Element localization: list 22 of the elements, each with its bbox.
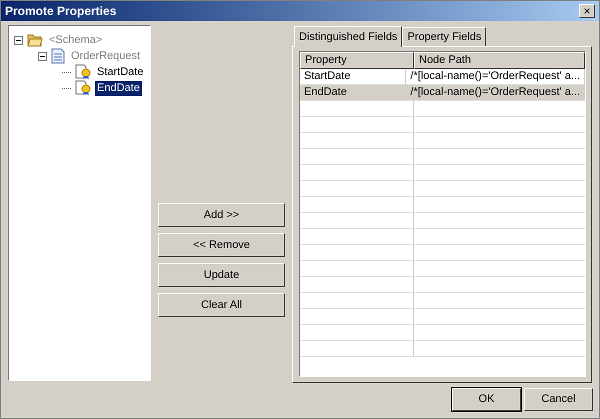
document-icon [51,48,65,64]
window-title: Promote Properties [5,3,116,20]
action-button[interactable]: Clear All [158,293,285,317]
column-header[interactable]: Node Path [414,52,585,69]
table-cell: /*[local-name()='OrderRequest' a... [406,85,585,100]
table-cell: /*[local-name()='OrderRequest' a... [406,69,585,84]
table-row[interactable]: EndDate /*[local-name()='OrderRequest' a... [300,85,585,101]
tab[interactable]: Property Fields [402,27,486,46]
action-button[interactable]: << Remove [158,233,285,257]
close-button[interactable]: × [579,4,595,18]
folder-icon [27,33,43,47]
action-button[interactable]: Update [158,263,285,287]
cancel-button[interactable]: Cancel [524,388,593,411]
property-icon [75,64,91,80]
table-cell: EndDate [300,85,406,100]
table-cell: StartDate [300,69,406,84]
table-row[interactable]: StartDate /*[local-name()='OrderRequest' a... [300,69,585,85]
action-button[interactable]: Add >> [158,203,285,227]
column-header[interactable]: Property [300,52,414,69]
ok-button[interactable]: OK [452,388,521,411]
tab[interactable]: Distinguished Fields [294,26,402,47]
property-icon [75,80,91,96]
